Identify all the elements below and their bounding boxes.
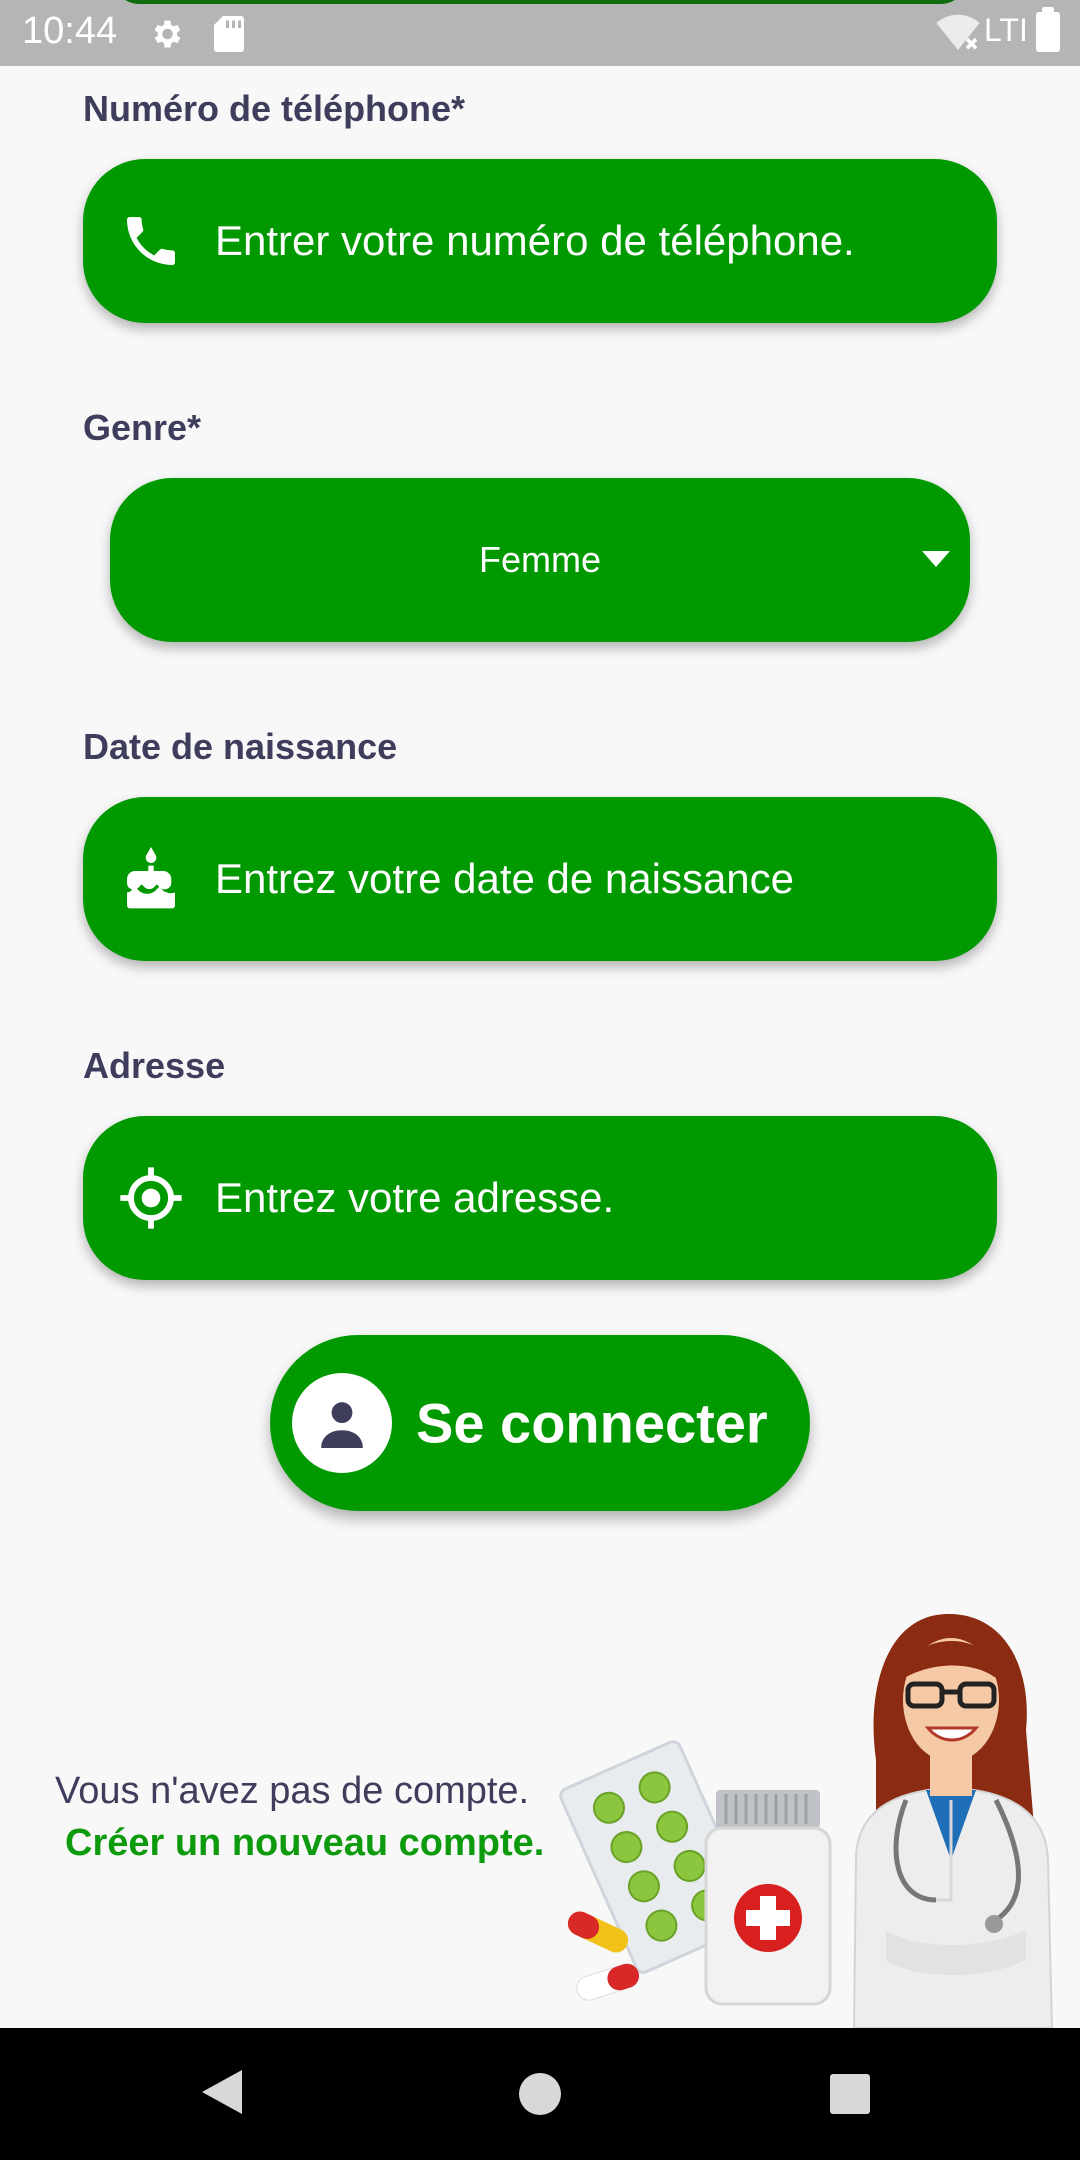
recents-icon[interactable]: [830, 2074, 870, 2114]
battery-icon: [1036, 7, 1060, 52]
birthdate-label: Date de naissance: [83, 726, 398, 767]
cake-icon: [127, 847, 175, 909]
status-bar-peek: [110, 0, 970, 4]
caret-down-icon: [922, 551, 950, 567]
phone-field[interactable]: Entrer votre numéro de téléphone.: [83, 159, 997, 323]
phone-icon: [127, 217, 175, 265]
gender-selected-value: Femme: [478, 539, 601, 580]
medicine-bottle: [704, 1790, 832, 2006]
back-icon[interactable]: [202, 2070, 242, 2114]
birthdate-input[interactable]: Entrez votre date de naissance: [215, 855, 794, 903]
create-account-link[interactable]: Créer un nouveau compte.: [65, 1822, 544, 1865]
address-label: Adresse: [83, 1045, 226, 1086]
gear-icon: [154, 20, 181, 48]
sd-card-icon: [214, 16, 244, 52]
person-icon: [321, 1402, 363, 1448]
address-input[interactable]: Entrez votre adresse.: [215, 1174, 614, 1222]
avatar: [292, 1373, 392, 1473]
phone-input[interactable]: Entrer votre numéro de téléphone.: [215, 217, 855, 265]
no-account-text: Vous n'avez pas de compte.: [55, 1770, 530, 1812]
gender-select[interactable]: Femme: [110, 478, 970, 642]
login-button[interactable]: Se connecter: [270, 1335, 810, 1511]
location-target-icon: [120, 1167, 182, 1229]
gender-label: Genre*: [83, 407, 202, 448]
home-icon[interactable]: [519, 2073, 561, 2115]
doctor-medicine-illustration: [559, 1613, 1054, 2028]
login-button-label: Se connecter: [416, 1391, 768, 1455]
status-time: 10:44: [22, 10, 118, 52]
birthdate-field[interactable]: Entrez votre date de naissance: [83, 797, 997, 961]
status-bar: 10:44 LTI: [0, 0, 1080, 66]
address-field[interactable]: Entrez votre adresse.: [83, 1116, 997, 1280]
doctor-figure: [852, 1613, 1054, 2028]
network-label: LTI: [984, 12, 1028, 48]
phone-label: Numéro de téléphone*: [83, 88, 466, 129]
wifi-icon: [936, 14, 980, 50]
